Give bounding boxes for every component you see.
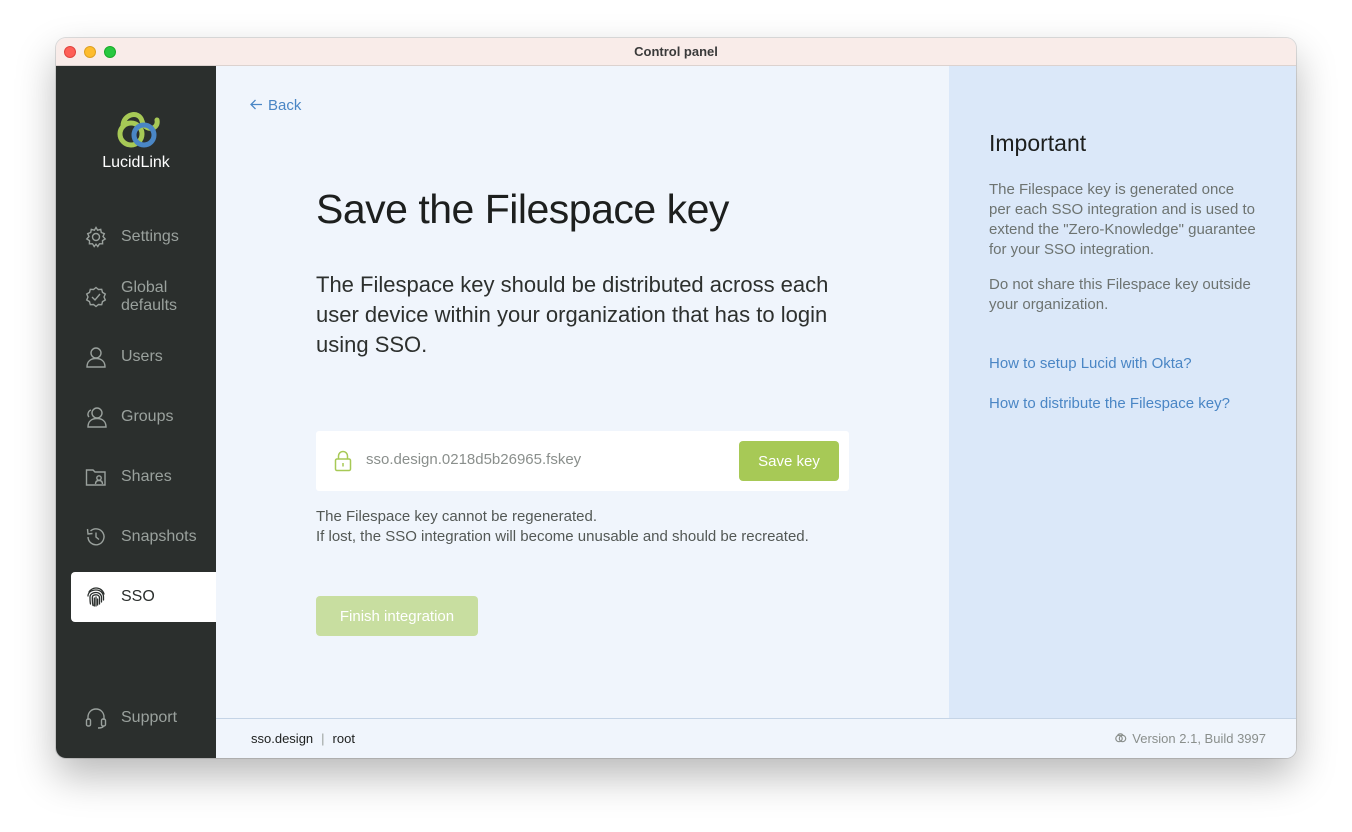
sidebar: LucidLink Settings Global defaults Users… xyxy=(56,66,216,758)
current-user: root xyxy=(332,731,355,746)
page-title: Save the Filespace key xyxy=(316,186,729,232)
regeneration-warning: The Filespace key cannot be regenerated.… xyxy=(316,507,809,547)
finish-integration-button[interactable]: Finish integration xyxy=(316,596,478,636)
version-text: Version 2.1, Build 3997 xyxy=(1132,731,1266,746)
headset-icon xyxy=(85,707,107,729)
lucidlink-small-icon xyxy=(1114,731,1127,746)
sidebar-item-support[interactable]: Support xyxy=(71,693,216,743)
sidebar-item-users[interactable]: Users xyxy=(71,332,216,382)
lock-icon xyxy=(334,450,352,477)
filespace-key-filename: sso.design.0218d5b26965.fskey xyxy=(366,451,582,468)
window-controls xyxy=(64,46,116,58)
badge-check-icon xyxy=(85,286,107,308)
window-title: Control panel xyxy=(634,44,718,59)
folder-share-icon xyxy=(85,466,107,488)
footer-separator: | xyxy=(321,731,325,746)
app-window: Control panel LucidLink Settings Global … xyxy=(56,38,1296,758)
info-panel-title: Important xyxy=(989,130,1087,156)
close-window-button[interactable] xyxy=(64,46,76,58)
sidebar-item-settings[interactable]: Settings xyxy=(71,212,216,262)
filespace-key-field: sso.design.0218d5b26965.fskey Save key xyxy=(316,431,849,491)
warning-line-1: The Filespace key cannot be regenerated. xyxy=(316,508,598,525)
sidebar-item-label: Users xyxy=(121,348,163,365)
sidebar-item-label: Settings xyxy=(121,228,179,245)
back-link[interactable]: Back xyxy=(250,97,301,114)
distribute-key-link[interactable]: How to distribute the Filespace key? xyxy=(989,395,1230,412)
gear-icon xyxy=(85,226,107,248)
sidebar-item-sso[interactable]: SSO xyxy=(71,572,216,622)
info-paragraph-1: The Filespace key is generated once per … xyxy=(989,181,1256,258)
arrow-left-icon xyxy=(250,97,263,114)
sidebar-item-label: Global defaults xyxy=(121,279,178,314)
zoom-window-button[interactable] xyxy=(104,46,116,58)
sidebar-item-groups[interactable]: Groups xyxy=(71,392,216,442)
info-panel: Important The Filespace key is generated… xyxy=(949,66,1296,718)
group-icon xyxy=(85,406,107,428)
sidebar-item-label: Shares xyxy=(121,468,172,485)
info-paragraph-2: Do not share this Filespace key outside … xyxy=(989,276,1251,313)
sidebar-item-label: SSO xyxy=(121,588,155,605)
brand-name: LucidLink xyxy=(102,154,170,171)
okta-setup-link[interactable]: How to setup Lucid with Okta? xyxy=(989,355,1192,372)
version-info: Version 2.1, Build 3997 xyxy=(1114,731,1266,746)
sidebar-item-shares[interactable]: Shares xyxy=(71,452,216,502)
user-icon xyxy=(85,346,107,368)
sidebar-item-label: Groups xyxy=(121,408,174,425)
lucidlink-logo: LucidLink xyxy=(56,104,216,172)
back-label: Back xyxy=(268,97,302,114)
sidebar-item-label: Support xyxy=(121,709,178,726)
filespace-name: sso.design xyxy=(251,731,314,746)
title-bar: Control panel xyxy=(56,38,1296,66)
main-content: Back Save the Filespace key The Filespac… xyxy=(216,66,949,718)
sidebar-item-global-defaults[interactable]: Global defaults xyxy=(71,272,216,322)
sidebar-item-label: Snapshots xyxy=(121,528,197,545)
save-key-button[interactable]: Save key xyxy=(739,441,839,481)
status-bar: sso.design | root Version 2.1, Build 399… xyxy=(216,718,1296,758)
warning-line-2: If lost, the SSO integration will become… xyxy=(316,528,809,545)
fingerprint-icon xyxy=(85,586,107,608)
minimize-window-button[interactable] xyxy=(84,46,96,58)
page-description: The Filespace key should be distributed … xyxy=(316,272,829,357)
lucidlink-logo-icon xyxy=(117,112,160,148)
history-icon xyxy=(85,526,107,548)
sidebar-item-snapshots[interactable]: Snapshots xyxy=(71,512,216,562)
